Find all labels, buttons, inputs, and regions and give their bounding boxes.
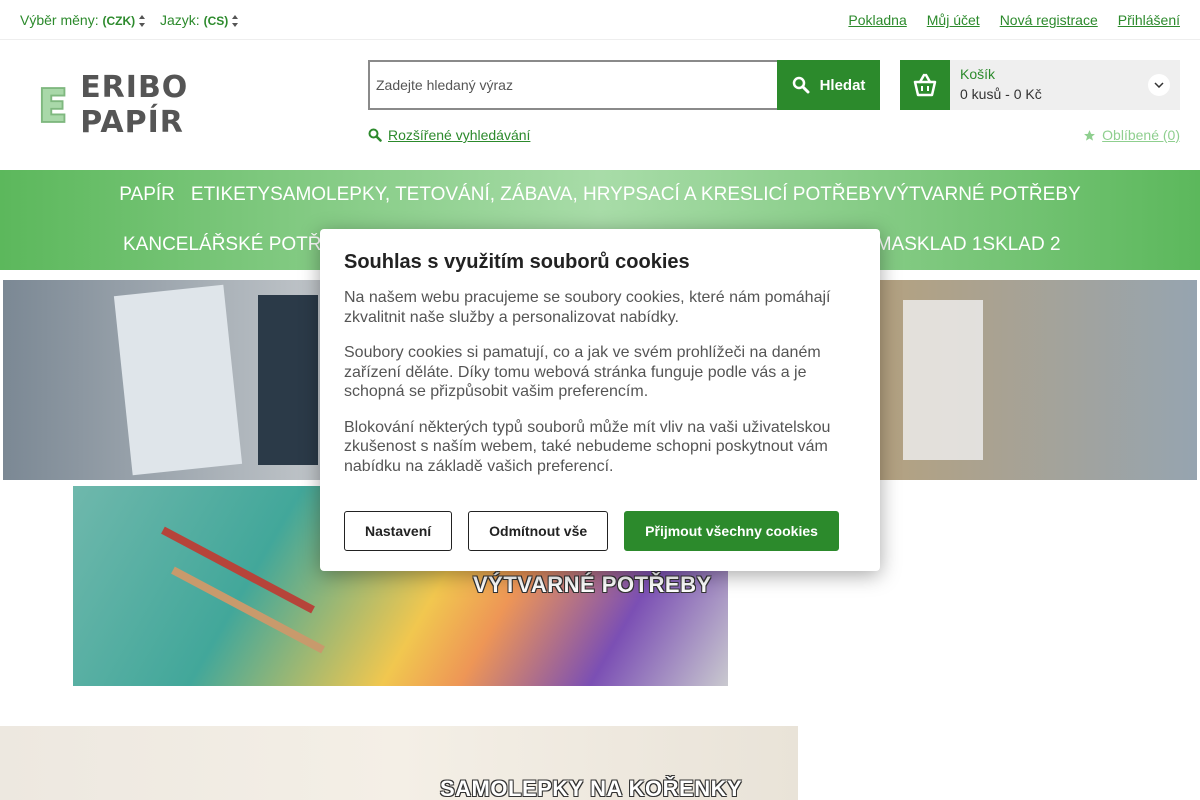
dot-stickers-shape (903, 300, 983, 460)
top-bar: Výběr měny: (CZK) Jazyk: (CS) Pokladna M… (0, 0, 1200, 40)
cart-label: Košík (960, 66, 996, 82)
site-logo[interactable]: ERIBO PAPÍR (40, 70, 290, 140)
favorites-link[interactable]: Oblíbené (0) (1083, 127, 1180, 143)
cookie-paragraph-1: Na našem webu pracujeme se soubory cooki… (344, 289, 831, 326)
number-stickers-shape (258, 295, 318, 465)
search-icon (792, 76, 810, 94)
nav-item-stickers[interactable]: SAMOLEPKY, TETOVÁNÍ, ZÁBAVA, HRYPSACÍ A … (270, 184, 884, 206)
star-icon (1084, 129, 1096, 141)
cart-summary: 0 kusů - 0 Kč (960, 86, 1042, 102)
my-account-link[interactable]: Můj účet (927, 12, 980, 28)
search-button-label: Hledat (819, 76, 866, 94)
language-value: (CS) (203, 14, 229, 28)
favorites-label: Oblíbené (0) (1102, 127, 1180, 143)
banner-title: VÝTVARNÉ POTŘEBY (473, 572, 712, 597)
nav-item-labels[interactable]: ETIKETY (191, 184, 270, 206)
search-button[interactable]: Hledat (777, 60, 880, 110)
currency-label: Výběr měny: (20, 12, 99, 28)
login-link[interactable]: Přihlášení (1118, 12, 1180, 28)
nav-item-paper[interactable]: PAPÍR (119, 184, 175, 206)
cookie-accept-button[interactable]: Přijmout všechny cookies (624, 511, 839, 551)
nav-item-office[interactable]: KANCELÁŘSKÉ POTŘ (123, 234, 322, 256)
logo-e-icon (40, 87, 66, 123)
chevron-down-icon[interactable] (1148, 74, 1170, 96)
cookie-title: Souhlas s využitím souborů cookies (344, 251, 690, 273)
register-link[interactable]: Nová registrace (1000, 12, 1098, 28)
account-links: Pokladna Můj účet Nová registrace Přihlá… (848, 12, 1180, 28)
basket-icon (900, 60, 950, 110)
cookie-paragraph-2: Soubory cookies si pamatují, co a jak ve… (344, 344, 821, 400)
language-label: Jazyk: (160, 12, 200, 28)
search-input[interactable] (368, 60, 778, 110)
cart-widget[interactable]: Košík 0 kusů - 0 Kč (900, 60, 1180, 110)
nav-item-stock-2[interactable]: SKLAD 2 (982, 234, 1060, 256)
search-icon (368, 128, 382, 142)
cookie-paragraph-3: Blokování některých typů souborů může mí… (344, 418, 831, 475)
checkout-link[interactable]: Pokladna (848, 12, 906, 28)
nav-item-stock-1[interactable]: SKLAD 1 (904, 234, 982, 256)
currency-selector[interactable]: Výběr měny: (CZK) (20, 12, 146, 28)
advanced-search-label: Rozšířené vyhledávání (388, 127, 531, 143)
updown-arrows-icon (139, 15, 146, 27)
banner-spice-stickers[interactable]: SAMOLEPKY NA KOŘENKY (0, 726, 798, 800)
banner-title: SAMOLEPKY NA KOŘENKY (440, 776, 743, 800)
currency-value: (CZK) (102, 14, 136, 28)
cookie-consent-dialog: Souhlas s využitím souborů cookies Na na… (320, 229, 880, 571)
nav-item-art-supplies[interactable]: VÝTVARNÉ POTŘEBY (884, 184, 1081, 206)
label-pack-shape (113, 284, 243, 476)
updown-arrows-icon (232, 15, 239, 27)
cookie-reject-button[interactable]: Odmítnout vše (468, 511, 609, 551)
advanced-search-link[interactable]: Rozšířené vyhledávání (368, 127, 530, 143)
language-selector[interactable]: Jazyk: (CS) (160, 12, 239, 28)
cookie-settings-button[interactable]: Nastavení (344, 511, 453, 551)
logo-text: ERIBO PAPÍR (80, 70, 189, 140)
